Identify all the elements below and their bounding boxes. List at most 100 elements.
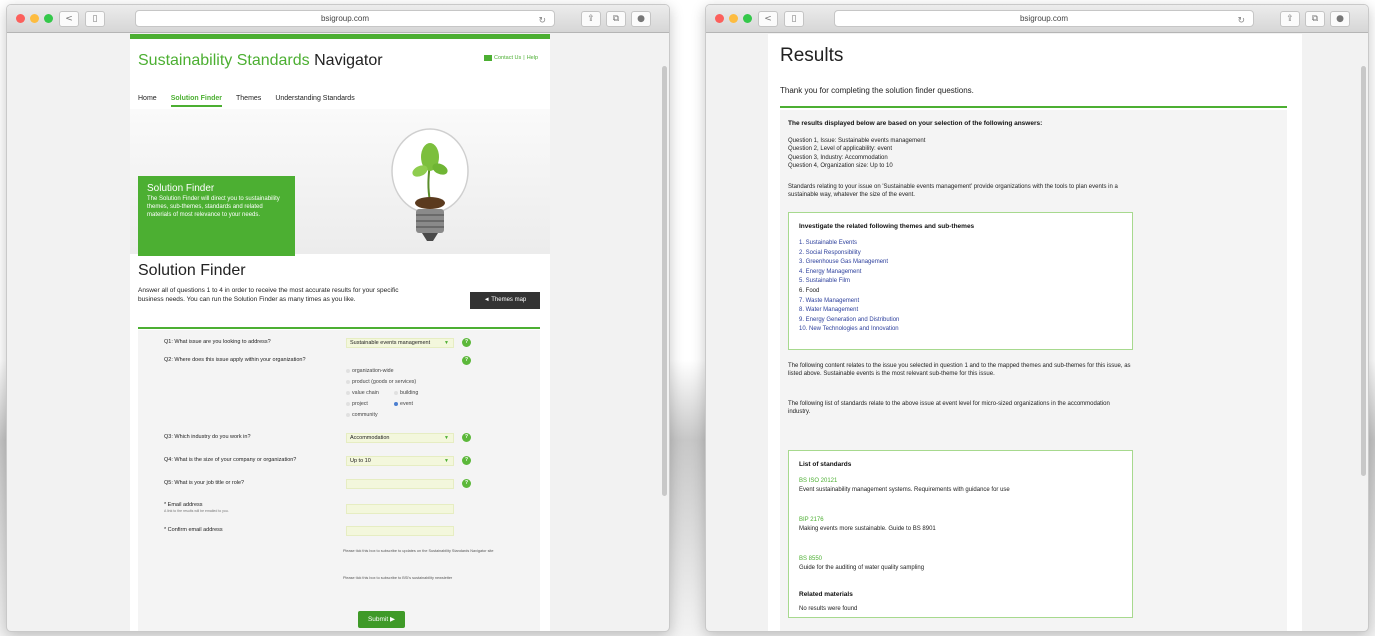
q2-option-project[interactable]: project [346, 401, 368, 407]
email-hint: A link to the results will be emailed to… [164, 509, 229, 513]
q1-select[interactable]: Sustainable events management ▼ [346, 338, 454, 348]
main-nav: Home Solution Finder Themes Understandin… [138, 95, 355, 107]
sidebar-icon[interactable]: ▯ [784, 11, 804, 27]
q2-option-building[interactable]: building [394, 390, 418, 396]
page-viewport: Results Thank you for completing the sol… [706, 34, 1368, 631]
link-separator: | [523, 55, 525, 61]
selected-answers: Question 1, Issue: Sustainable events ma… [788, 137, 925, 171]
tabs-icon[interactable]: ⧉ [606, 11, 626, 27]
theme-link[interactable]: 7. Waste Management [799, 297, 899, 307]
minimize-window-button[interactable] [729, 14, 738, 23]
help-icon[interactable]: ? [462, 479, 471, 488]
address-bar[interactable]: bsigroup.com ↻ [135, 10, 555, 27]
chevron-down-icon: ▼ [444, 458, 449, 464]
help-link[interactable]: Help [527, 55, 538, 61]
standard-code-link[interactable]: BIP 2176 [799, 517, 936, 523]
nav-themes[interactable]: Themes [236, 95, 261, 107]
q2-option-label: community [352, 412, 378, 418]
q2-option-organization-wide[interactable]: organization-wide [346, 368, 394, 374]
url-text: bsigroup.com [1019, 14, 1069, 23]
help-icon[interactable]: ? [462, 456, 471, 465]
q3-select[interactable]: Accommodation ▼ [346, 433, 454, 443]
close-window-button[interactable] [715, 14, 724, 23]
q2-option-label: building [400, 390, 419, 396]
q2-option-event[interactable]: event [394, 401, 413, 407]
q2-option-community[interactable]: community [346, 412, 378, 418]
q2-option-value-chain[interactable]: value chain [346, 390, 379, 396]
job-title-input[interactable] [346, 479, 454, 489]
nav-understanding-standards[interactable]: Understanding Standards [275, 95, 354, 107]
updates-checkbox-row[interactable]: Please tick this box to subscribe to upd… [343, 549, 538, 554]
standards-list-box: List of standards BS ISO 20121 Event sus… [788, 450, 1133, 618]
q4-select[interactable]: Up to 10 ▼ [346, 456, 454, 466]
help-icon[interactable]: ? [462, 356, 471, 365]
lightbulb-plant-icon [391, 128, 469, 241]
radio-icon [394, 390, 398, 395]
results-basis-heading: The results displayed below are based on… [788, 120, 1043, 127]
q2-label: Q2: Where does this issue apply within y… [164, 357, 306, 363]
mail-icon [484, 55, 493, 61]
back-icon[interactable]: < [59, 11, 79, 27]
submit-button[interactable]: Submit ▶ [358, 611, 405, 628]
q4-label: Q4: What is the size of your company or … [164, 457, 297, 463]
themes-map-button[interactable]: ◄ Themes map [470, 292, 540, 309]
address-bar[interactable]: bsigroup.com ↻ [834, 10, 1254, 27]
confirm-email-label: * Confirm email address [164, 527, 223, 533]
help-icon[interactable]: ? [462, 433, 471, 442]
list-note: The following list of standards relate t… [788, 401, 1110, 416]
confirm-email-field[interactable] [346, 526, 454, 536]
page-viewport: Sustainability Standards Navigator Conta… [7, 34, 669, 631]
nav-home[interactable]: Home [138, 95, 157, 107]
scrollbar[interactable] [662, 66, 667, 496]
share-icon[interactable]: ⇪ [581, 11, 601, 27]
scrollbar[interactable] [1361, 66, 1366, 476]
content-note: The following content relates to the iss… [788, 363, 1131, 378]
extension-icon[interactable]: ● [631, 11, 651, 27]
q2-option-label: project [352, 401, 368, 407]
help-icon[interactable]: ? [462, 338, 471, 347]
zoom-window-button[interactable] [44, 14, 53, 23]
browser-window-right: < ▯ bsigroup.com ↻ ⇪ ⧉ ● Results Thank y… [705, 4, 1369, 632]
back-icon[interactable]: < [758, 11, 778, 27]
sidebar-icon[interactable]: ▯ [85, 11, 105, 27]
email-label: * Email address [164, 502, 203, 508]
close-window-button[interactable] [16, 14, 25, 23]
email-field[interactable] [346, 504, 454, 514]
standard-code-link[interactable]: BS 8550 [799, 556, 924, 562]
url-text: bsigroup.com [320, 14, 370, 23]
site-title[interactable]: Sustainability Standards Navigator [138, 52, 383, 70]
standard-code-link[interactable]: BS ISO 20121 [799, 478, 1010, 484]
q3-label: Q3: Which industry do you work in? [164, 434, 251, 440]
theme-link[interactable]: 1. Sustainable Events [799, 239, 899, 249]
q2-option-product[interactable]: product (goods or services) [346, 379, 416, 385]
tabs-icon[interactable]: ⧉ [1305, 11, 1325, 27]
nav-solution-finder[interactable]: Solution Finder [170, 95, 223, 107]
window-controls [16, 14, 53, 23]
theme-link[interactable]: 3. Greenhouse Gas Management [799, 258, 899, 268]
q3-selected-value: Accommodation [350, 435, 390, 441]
answer-line: Question 4, Organization size: Up to 10 [788, 163, 893, 170]
contact-us-link[interactable]: Contact Us [494, 55, 521, 61]
extension-icon[interactable]: ● [1330, 11, 1350, 27]
answer-line: Question 2, Level of applicability: even… [788, 146, 893, 153]
newsletter-checkbox-row[interactable]: Please tick this box to subscribe to BSI… [343, 576, 538, 581]
theme-list: 1. Sustainable Events 2. Social Responsi… [799, 239, 899, 335]
theme-link[interactable]: 8. Water Management [799, 306, 899, 316]
standard-item: BS 8550 Guide for the auditing of water … [799, 556, 924, 571]
zoom-window-button[interactable] [743, 14, 752, 23]
reload-icon[interactable]: ↻ [538, 14, 546, 29]
related-materials-item: No results were found [799, 606, 857, 612]
answer-line: Question 3, Industry: Accommodation [788, 154, 888, 161]
theme-link[interactable]: 5. Sustainable Film [799, 277, 899, 287]
navigator-page: Sustainability Standards Navigator Conta… [130, 34, 550, 631]
q4-selected-value: Up to 10 [350, 458, 371, 464]
theme-link[interactable]: 10. New Technologies and Innovation [799, 325, 899, 335]
minimize-window-button[interactable] [30, 14, 39, 23]
results-page: Results Thank you for completing the sol… [768, 34, 1302, 631]
theme-link[interactable]: 2. Social Responsibility [799, 249, 899, 259]
no-results-text: No results were found [799, 606, 858, 612]
theme-link[interactable]: 4. Energy Management [799, 268, 899, 278]
reload-icon[interactable]: ↻ [1237, 14, 1245, 29]
theme-link[interactable]: 9. Energy Generation and Distribution [799, 316, 899, 326]
share-icon[interactable]: ⇪ [1280, 11, 1300, 27]
